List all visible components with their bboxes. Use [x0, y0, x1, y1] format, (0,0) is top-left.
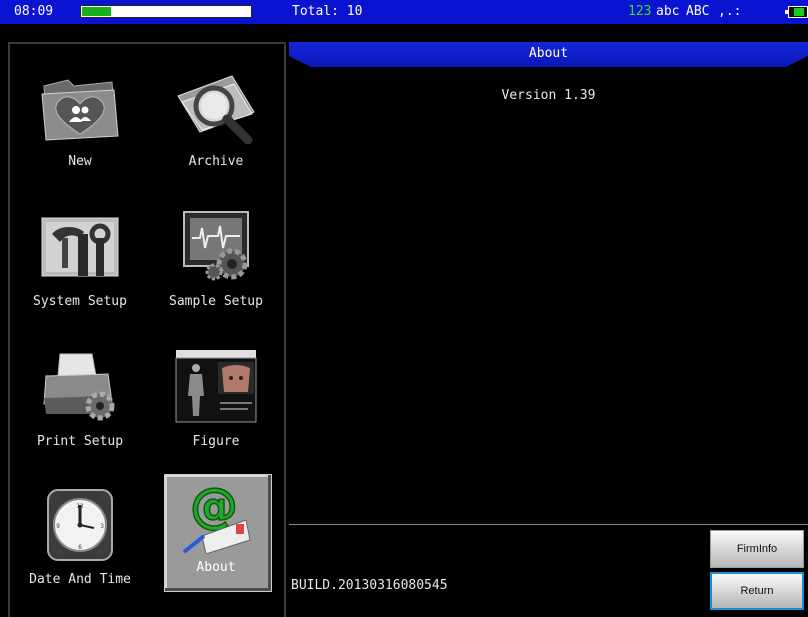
menu-item-label: Print Setup: [36, 434, 124, 449]
menu-item-figure[interactable]: Figure: [146, 324, 286, 460]
main-menu: New Archive System Setup Sample Setup Pr…: [8, 42, 286, 617]
version-text: Version 1.39: [501, 88, 596, 103]
battery-icon: [785, 6, 808, 18]
about-at-icon: @: [182, 478, 251, 554]
menu-item-print-setup[interactable]: Print Setup: [10, 324, 150, 460]
figure-body-icon: [175, 350, 257, 423]
menu-item-label: Sample Setup: [169, 294, 263, 309]
print-setup-printer-icon: [43, 353, 115, 421]
menu-item-label: About: [196, 560, 236, 575]
menu-item-system-setup[interactable]: System Setup: [10, 184, 150, 320]
menu-item-label: Figure: [192, 434, 240, 449]
menu-item-sample-setup[interactable]: Sample Setup: [146, 184, 286, 320]
clock-icon: 12 3 6 9: [47, 489, 113, 561]
sample-setup-gear-icon: [183, 211, 249, 281]
svg-text:12: 12: [76, 503, 84, 510]
menu-item-about[interactable]: @ About: [146, 464, 286, 600]
return-button[interactable]: Return: [710, 572, 804, 610]
input-mode-lowercase[interactable]: abc: [656, 4, 679, 20]
progress-bar: [80, 5, 252, 18]
svg-text:3: 3: [100, 523, 104, 530]
archive-magnifier-icon: [177, 75, 255, 144]
new-folder-heart-icon: [41, 79, 119, 141]
panel-header: About: [289, 42, 808, 67]
panel-title: About: [528, 46, 569, 61]
total-count: Total: 10: [292, 4, 363, 19]
status-bar: 08:09 Total: 10 123 abc ABC ,.:: [0, 0, 808, 24]
menu-item-new[interactable]: New: [10, 44, 150, 180]
input-mode-uppercase[interactable]: ABC: [686, 4, 709, 20]
build-text: BUILD.20130316080545: [291, 578, 448, 593]
svg-text:9: 9: [56, 523, 60, 530]
menu-item-label: Archive: [188, 154, 244, 169]
progress-fill: [82, 7, 111, 16]
menu-item-archive[interactable]: Archive: [146, 44, 286, 180]
menu-item-label: New: [68, 154, 92, 169]
clock-time: 08:09: [14, 4, 54, 19]
input-mode-punctuation[interactable]: ,.:: [718, 4, 741, 20]
system-setup-tools-icon: [41, 217, 119, 277]
input-mode-numeric[interactable]: 123: [628, 4, 651, 20]
svg-text:6: 6: [78, 544, 82, 551]
menu-item-label: System Setup: [33, 294, 127, 309]
divider: [289, 524, 808, 525]
menu-item-date-and-time[interactable]: 12 3 6 9 Date And Time: [10, 464, 150, 600]
about-panel: About Version 1.39 BUILD.20130316080545 …: [289, 42, 808, 617]
firminfo-button[interactable]: FirmInfo: [710, 530, 804, 568]
menu-item-label: Date And Time: [29, 572, 131, 587]
